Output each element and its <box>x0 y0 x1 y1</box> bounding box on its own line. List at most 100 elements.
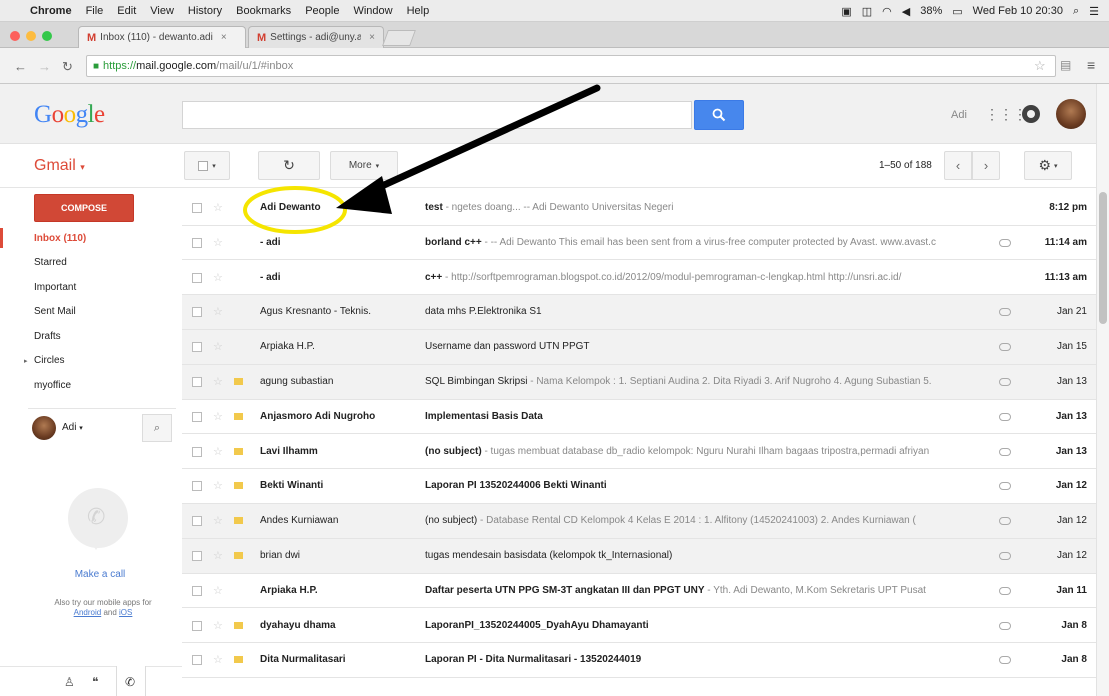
account-name[interactable]: Adi <box>951 109 967 121</box>
more-button[interactable]: More ▾ <box>330 151 398 180</box>
battery-icon[interactable]: ▭ <box>952 5 962 18</box>
row-checkbox[interactable] <box>192 411 202 422</box>
table-row[interactable]: ☆ Lavi Ilhamm (no subject) - tugas membuat… <box>182 434 1096 470</box>
new-tab-button[interactable] <box>382 30 416 46</box>
table-row[interactable]: ☆ Adi Dewanto test - ngetes doang... -- Ad… <box>182 191 1096 226</box>
close-window-icon[interactable] <box>10 31 20 41</box>
row-checkbox[interactable] <box>192 620 202 631</box>
important-marker-icon[interactable] <box>234 482 243 490</box>
sidebar-item-myoffice[interactable]: myoffice <box>0 373 182 398</box>
star-icon[interactable]: ☆ <box>213 236 223 249</box>
sidebar-item-starred[interactable]: Starred <box>0 251 182 276</box>
table-row[interactable]: ☆ - adi borland c++ - -- Adi Dewanto This … <box>182 225 1096 261</box>
row-checkbox[interactable] <box>192 481 202 492</box>
gmail-label[interactable]: Gmail ▾ <box>34 157 85 175</box>
star-icon[interactable]: ☆ <box>213 549 223 562</box>
chrome-menu-icon[interactable]: ≡ <box>1087 57 1095 73</box>
hangouts-quote-icon[interactable]: ❝ <box>92 675 98 689</box>
table-row[interactable]: ☆ - adi c++ - http://sorftpemrograman.blog… <box>182 260 1096 296</box>
table-row[interactable]: ☆ Agus Kresnanto - Teknis. data mhs P.Elek… <box>182 295 1096 330</box>
star-icon[interactable]: ☆ <box>213 305 223 318</box>
row-checkbox[interactable] <box>192 377 202 387</box>
mail-search-input[interactable] <box>182 101 692 129</box>
table-row[interactable]: ☆ brian dwi tugas mendesain basisdata (kel… <box>182 539 1096 574</box>
star-icon[interactable]: ☆ <box>213 584 223 597</box>
extension-icon[interactable]: ▤ <box>1060 58 1071 72</box>
select-all-button[interactable]: ▾ <box>184 151 230 180</box>
menu-app-name[interactable]: Chrome <box>30 5 72 17</box>
sidebar-item-drafts[interactable]: Drafts <box>0 324 182 349</box>
star-icon[interactable]: ☆ <box>213 479 223 492</box>
android-link[interactable]: Android <box>74 608 102 617</box>
person-icon[interactable]: ♙ <box>64 675 75 689</box>
back-icon[interactable]: ← <box>14 59 27 74</box>
hangouts-user-name[interactable]: Adi ▾ <box>62 422 83 433</box>
newer-page-button[interactable]: ‹ <box>944 151 972 180</box>
table-row[interactable]: ☆ Arpiaka H.P. Username dan password UTN P… <box>182 330 1096 365</box>
menu-file[interactable]: File <box>86 5 104 17</box>
important-marker-icon[interactable] <box>234 447 243 455</box>
table-row[interactable]: ☆ Anjasmoro Adi Nugroho Implementasi Basis… <box>182 399 1096 435</box>
clock[interactable]: Wed Feb 10 20:30 <box>973 5 1063 17</box>
scrollbar-thumb[interactable] <box>1099 192 1107 324</box>
row-checkbox[interactable] <box>192 551 202 561</box>
avatar[interactable] <box>32 416 56 440</box>
star-icon[interactable]: ☆ <box>213 653 223 666</box>
star-icon[interactable]: ☆ <box>213 201 223 214</box>
refresh-button[interactable]: ↻ <box>258 151 320 180</box>
expand-triangle-icon[interactable]: ▸ <box>24 357 28 365</box>
row-checkbox[interactable] <box>192 307 202 318</box>
star-icon[interactable]: ☆ <box>213 340 223 353</box>
reload-icon[interactable]: ↻ <box>62 59 73 75</box>
google-logo[interactable]: Google <box>34 101 105 129</box>
url-field[interactable]: ■ https:// mail.google.com /mail/u/1/#in… <box>86 55 1056 77</box>
sidebar-item-circles[interactable]: ▸ Circles <box>0 349 182 374</box>
table-row[interactable]: ☆ Dita Nurmalitasari Laporan PI - Dita Nur… <box>182 643 1096 678</box>
compose-button[interactable]: COMPOSE <box>34 194 134 222</box>
row-checkbox[interactable] <box>192 585 202 596</box>
star-icon[interactable]: ☆ <box>213 375 223 388</box>
page-scrollbar[interactable] <box>1096 84 1109 696</box>
minimize-window-icon[interactable] <box>26 31 36 41</box>
notifications-icon[interactable] <box>1022 105 1040 123</box>
tab-inbox[interactable]: M Inbox (110) - dewanto.adi × <box>78 26 246 48</box>
settings-button[interactable]: ⚙ ▾ <box>1024 151 1072 180</box>
bookmark-star-icon[interactable]: ☆ <box>1034 58 1046 74</box>
make-call-link[interactable]: Make a call <box>0 569 200 580</box>
star-icon[interactable]: ☆ <box>213 410 223 423</box>
sidebar-item-important[interactable]: Important <box>0 275 182 300</box>
important-marker-icon[interactable] <box>234 517 243 525</box>
notification-center-icon[interactable]: ☰ <box>1089 5 1099 18</box>
row-checkbox[interactable] <box>192 446 202 457</box>
close-tab-icon[interactable]: × <box>369 32 375 43</box>
row-checkbox[interactable] <box>192 516 202 527</box>
apps-grid-icon[interactable]: ⋮⋮⋮ <box>985 106 1027 123</box>
important-marker-icon[interactable] <box>234 412 243 420</box>
older-page-button[interactable]: › <box>972 151 1000 180</box>
table-row[interactable]: ☆ Andes Kurniawan (no subject) - Database … <box>182 504 1096 539</box>
important-marker-icon[interactable] <box>234 656 243 664</box>
important-marker-icon[interactable] <box>234 621 243 629</box>
important-marker-icon[interactable] <box>234 378 243 385</box>
star-icon[interactable]: ☆ <box>213 619 223 632</box>
account-avatar[interactable] <box>1056 99 1086 129</box>
row-checkbox[interactable] <box>192 203 202 213</box>
dropbox-icon[interactable]: ◫ <box>862 5 872 18</box>
close-tab-icon[interactable]: × <box>221 32 227 43</box>
row-checkbox[interactable] <box>192 342 202 353</box>
table-row[interactable]: ☆ agung subastian SQL Bimbingan Skripsi - … <box>182 365 1096 400</box>
row-checkbox[interactable] <box>192 655 202 666</box>
forward-icon[interactable]: → <box>38 59 51 74</box>
spotlight-icon[interactable]: ⌕ <box>1073 5 1079 18</box>
star-icon[interactable]: ☆ <box>213 514 223 527</box>
menu-people[interactable]: People <box>305 5 339 17</box>
menu-window[interactable]: Window <box>353 5 392 17</box>
menu-bookmarks[interactable]: Bookmarks <box>236 5 291 17</box>
star-icon[interactable]: ☆ <box>213 271 223 284</box>
important-marker-icon[interactable] <box>234 552 243 559</box>
menu-help[interactable]: Help <box>407 5 430 17</box>
wifi-icon[interactable]: ◠ <box>882 5 892 18</box>
row-checkbox[interactable] <box>192 237 202 248</box>
sidebar-item-inbox[interactable]: Inbox (110) <box>0 226 182 251</box>
status-app-icon[interactable]: ▣ <box>841 5 851 18</box>
